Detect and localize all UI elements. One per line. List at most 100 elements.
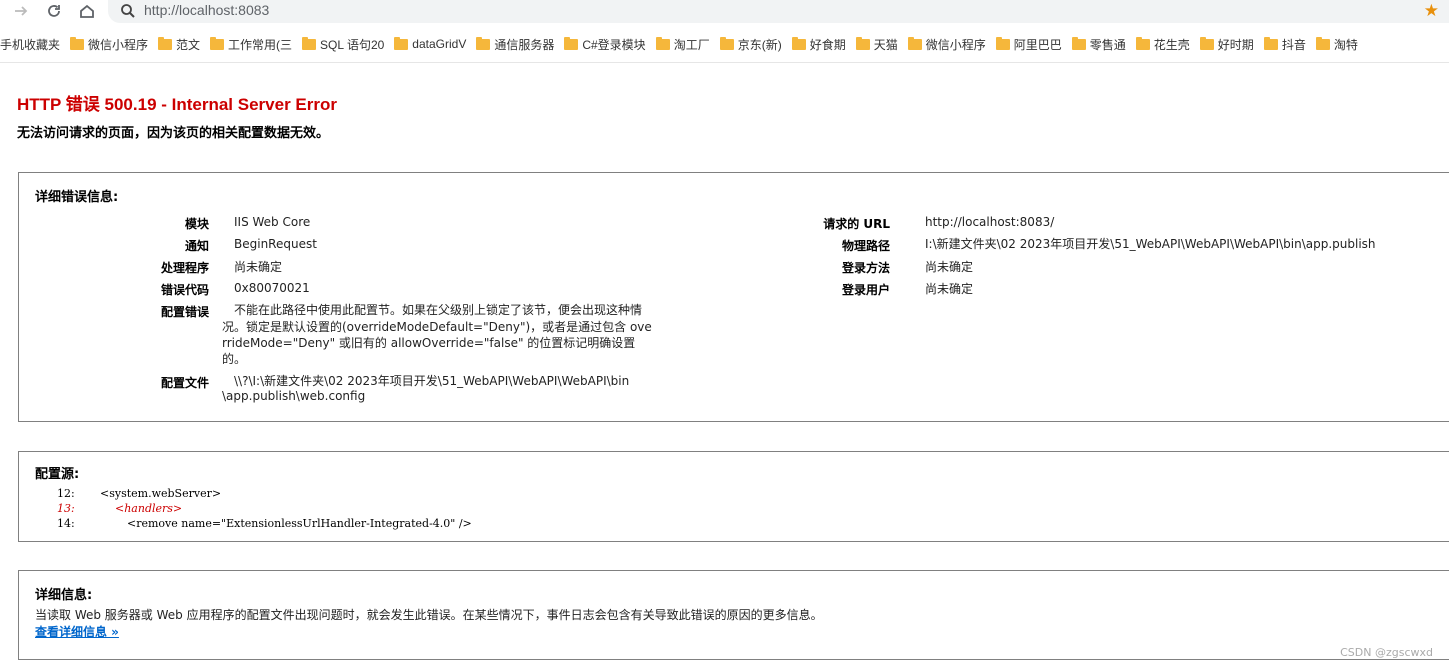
bookmark-item[interactable]: C#登录模块 [564,36,646,53]
forward-icon[interactable] [10,0,32,22]
bookmarks-bar: 手机收藏夹 微信小程序 范文 工作常用(三 SQL 语句20 dataGridV 通信服务器… [0,32,1449,56]
folder-icon [1315,36,1330,50]
bookmark-label: 京东(新) [737,37,782,52]
home-icon[interactable] [76,0,98,22]
bookmark-item[interactable]: 工作常用(三 [210,36,292,53]
line-number-highlight: 13: [57,502,75,515]
value-module: IIS Web Core [234,215,311,229]
label-physical-path: 物理路径 [841,239,890,253]
bookmark-label: 阿里巴巴 [1013,37,1062,52]
bookmark-label: 通信服务器 [494,37,555,52]
bookmark-item[interactable]: dataGridV [394,36,467,51]
line-number: 12: [57,487,75,500]
bookmark-item[interactable]: SQL 语句20 [302,36,384,53]
folder-icon [1135,36,1150,50]
bookmark-item[interactable]: 微信小程序 [907,36,986,53]
address-bar[interactable]: http://localhost:8083 ★ [108,0,1449,23]
bookmark-label: C#登录模块 [582,37,646,52]
detail-error-box: 详细错误信息: 模块 IIS Web Core 通知 BeginRequest … [18,172,1449,422]
bookmark-label: 淘特 [1333,37,1358,52]
bookmark-item[interactable]: 淘工厂 [655,36,710,53]
code-line-highlight: <handlers> [115,502,183,515]
bookmark-label: 零售通 [1089,37,1126,52]
bookmark-item[interactable]: 好时期 [1199,36,1254,53]
folder-icon [1199,36,1214,50]
value-config-error-line: 不能在此路径中使用此配置节。如果在父级别上锁定了该节，便会出现这种情 [234,303,643,317]
bookmark-item[interactable]: 微信小程序 [70,36,148,53]
view-more-info-link[interactable]: 查看详细信息 » [35,623,119,640]
folder-icon [476,36,491,50]
bookmark-star-icon[interactable]: ★ [1424,1,1439,21]
folder-icon [995,36,1010,50]
bookmark-label: 天猫 [873,37,898,52]
label-logon-method: 登录方法 [841,261,890,275]
value-config-error-line: rrideMode="Deny" 或旧有的 allowOverride="fal… [222,336,636,350]
divider [0,62,1449,63]
label-module: 模块 [184,217,209,231]
bookmark-item[interactable]: 淘特 [1315,36,1358,53]
bookmark-item[interactable]: 通信服务器 [476,36,554,53]
value-handler: 尚未确定 [234,260,283,274]
folder-icon [719,36,734,50]
label-config-file: 配置文件 [160,376,209,390]
value-error-code: 0x80070021 [234,281,310,295]
bookmark-label: 范文 [176,37,201,52]
watermark: CSDN @zgscwxd [1340,646,1433,659]
label-notification: 通知 [184,239,209,253]
line-number: 14: [57,517,75,530]
label-config-error: 配置错误 [160,305,209,319]
value-physical-path: I:\新建文件夹\02 2023年项目开发\51_WebAPI\WebAPI\W… [925,237,1376,251]
folder-icon [907,36,922,50]
bookmark-item[interactable]: 抖音 [1263,36,1306,53]
bookmark-label: 抖音 [1281,37,1306,52]
value-notification: BeginRequest [234,237,317,251]
folder-icon [70,36,85,50]
search-icon [120,3,136,23]
address-url[interactable]: http://localhost:8083 [144,2,269,18]
label-error-code: 错误代码 [160,283,209,297]
folder-icon [855,36,870,50]
label-handler: 处理程序 [160,261,209,275]
bookmark-label: 好时期 [1217,37,1254,52]
folder-icon [655,36,670,50]
label-request-url: 请求的 URL [823,217,890,231]
bookmark-label: 淘工厂 [673,37,710,52]
bookmark-item[interactable]: 范文 [158,36,200,53]
detail-error-header: 详细错误信息: [35,190,119,205]
bookmark-item[interactable]: 好食期 [791,36,846,53]
bookmark-item[interactable]: 阿里巴巴 [995,36,1062,53]
page-subtitle: 无法访问请求的页面，因为该页的相关配置数据无效。 [17,126,330,141]
config-source-box: 配置源: 12: <system.webServer> 13: <handler… [18,451,1449,542]
label-logon-user: 登录用户 [841,283,890,297]
value-config-file-line: \\?\I:\新建文件夹\02 2023年项目开发\51_WebAPI\WebA… [234,374,630,388]
code-line: <remove name="ExtensionlessUrlHandler-In… [127,517,472,530]
more-info-header: 详细信息: [35,588,93,603]
folder-icon [1071,36,1086,50]
browser-toolbar: http://localhost:8083 ★ [0,0,1449,24]
reload-icon[interactable] [43,0,65,22]
bookmark-label: 好食期 [809,37,846,52]
value-logon-method: 尚未确定 [925,260,974,274]
code-line: <system.webServer> [100,487,222,500]
value-config-file-line: \app.publish\web.config [222,389,366,403]
bookmark-label: dataGridV [412,37,467,51]
folder-icon [394,36,409,50]
folder-icon [158,36,173,50]
value-config-error-line: 的。 [222,352,247,366]
bookmark-label: 工作常用(三 [228,37,293,52]
bookmark-item[interactable]: 天猫 [855,36,898,53]
folder-icon [210,36,225,50]
bookmark-item[interactable]: 花生壳 [1135,36,1190,53]
bookmark-item[interactable]: 手机收藏夹 [0,36,60,53]
more-info-text: 当读取 Web 服务器或 Web 应用程序的配置文件出现问题时，就会发生此错误。… [35,608,823,622]
bookmark-label: SQL 语句20 [320,37,385,52]
value-request-url: http://localhost:8083/ [925,215,1055,229]
bookmark-item[interactable]: 京东(新) [719,36,782,53]
value-logon-user: 尚未确定 [925,282,974,296]
folder-icon [1263,36,1278,50]
value-config-error-line: 况。锁定是默认设置的(overrideModeDefault="Deny")，或… [222,320,652,334]
folder-icon [302,36,317,50]
bookmark-item[interactable]: 零售通 [1071,36,1126,53]
folder-icon [564,36,579,50]
folder-icon [791,36,806,50]
